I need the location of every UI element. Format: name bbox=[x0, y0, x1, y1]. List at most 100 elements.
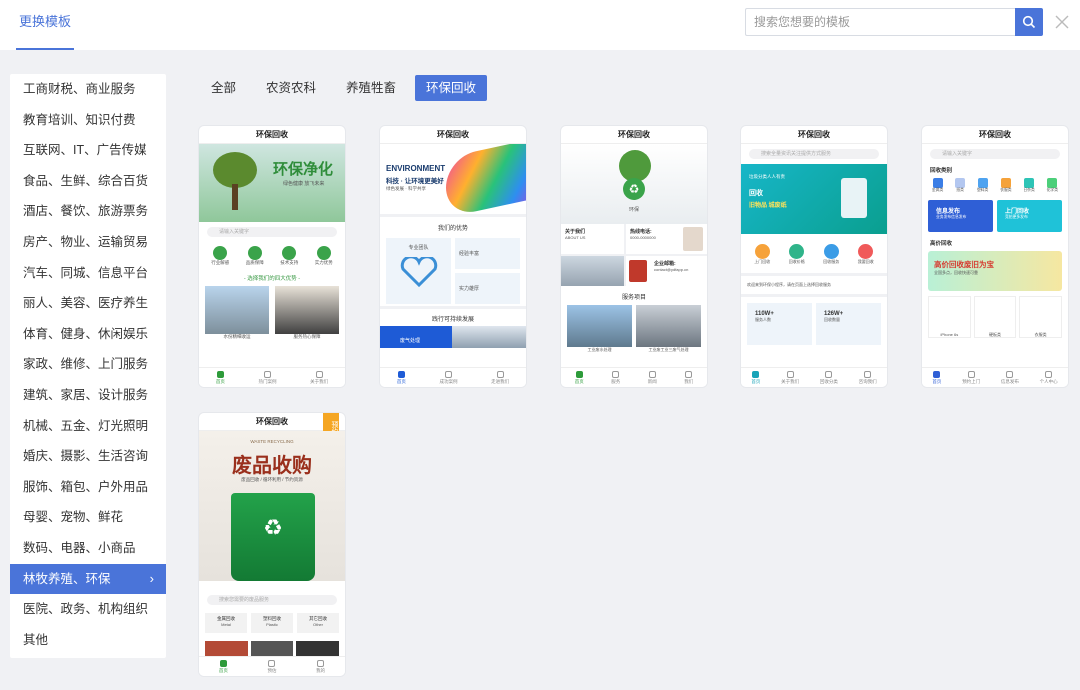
tab-booking: 预约上门 bbox=[962, 370, 980, 385]
search-button[interactable] bbox=[1015, 8, 1043, 36]
filter-tabs: 全部 农资农科 养殖牲畜 环保回收 bbox=[200, 75, 488, 101]
promo-banner: 高价回收废旧为宝 全国多点，回收快速可靠 bbox=[928, 251, 1062, 291]
sidebar-item[interactable]: 体育、健身、休闲娱乐 bbox=[10, 319, 166, 350]
recycle-bin: ♻ bbox=[231, 493, 315, 581]
sidebar-item[interactable]: 酒店、餐饮、旅游票务 bbox=[10, 196, 166, 227]
doc-icon bbox=[263, 370, 271, 378]
recycle-icon: ♻ bbox=[263, 515, 283, 540]
sidebar-item[interactable]: 母婴、宠物、鲜花 bbox=[10, 502, 166, 533]
category-row: 金属类 纸类 塑料类 衣服类 日杂类 化学类 bbox=[922, 176, 1068, 195]
sidebar-item[interactable]: 汽车、同城、信息平台 bbox=[10, 258, 166, 289]
bottom-banner: 废气处理 bbox=[380, 326, 526, 348]
hero-banner: ENVIRONMENT 科技 · 让环境更美好 绿色发展 · 科学共享 bbox=[380, 144, 526, 214]
section-title: 服务项目 bbox=[621, 295, 646, 301]
sidebar-item[interactable]: 数码、电器、小商品 bbox=[10, 533, 166, 564]
icon-label: 技术支持 bbox=[280, 260, 299, 265]
card-tabbar: 首页 预估 我的 bbox=[199, 656, 345, 676]
tab-news: 新闻 bbox=[648, 370, 657, 385]
top-bar: 更换模板 bbox=[0, 0, 1080, 50]
cat-item: 衣服类 bbox=[1000, 178, 1012, 193]
banner-line: 绿色发展 · 科学共享 bbox=[386, 186, 426, 191]
home-icon bbox=[754, 244, 770, 259]
card-search: 请输入关键字 bbox=[207, 227, 337, 237]
hero-banner: WASTE RECYCLING 废品收购 废品回收 / 循环利用 / 节约资源 … bbox=[199, 431, 345, 581]
tab-publish: 信息发布 bbox=[1001, 370, 1019, 385]
daily-icon bbox=[1024, 178, 1035, 188]
hero-title: 废品收购 bbox=[232, 453, 312, 477]
scrap-photo bbox=[296, 641, 340, 657]
tab-cases: 成功案例 bbox=[439, 370, 457, 385]
sidebar-item[interactable]: 教育培训、知识付费 bbox=[10, 105, 166, 136]
category-sidebar: 工商财税、商业服务 教育培训、知识付费 互联网、IT、广告传媒 食品、生鲜、综合… bbox=[10, 74, 166, 658]
home-icon bbox=[216, 370, 224, 378]
close-icon bbox=[1055, 15, 1069, 29]
close-button[interactable] bbox=[1052, 10, 1072, 34]
sidebar-item[interactable]: 家政、维修、上门服务 bbox=[10, 349, 166, 380]
factory-photo bbox=[561, 256, 624, 286]
filter-livestock[interactable]: 养殖牲畜 bbox=[335, 75, 407, 101]
sidebar-item[interactable]: 丽人、美容、医疗养生 bbox=[10, 288, 166, 319]
user-icon bbox=[317, 659, 325, 667]
card-search: 搜索全量资讯关注提供方式服务 bbox=[749, 149, 879, 159]
icon-item: 回收服务 bbox=[823, 244, 839, 265]
card-title: 环保回收 bbox=[199, 126, 345, 144]
template-card[interactable]: 环保回收 搜索全量资讯关注提供方式服务 垃圾分类人人有责 回收 旧物品 城废纸 … bbox=[740, 125, 888, 388]
tile-large: 专业团队 bbox=[386, 238, 451, 304]
phone-icon bbox=[864, 370, 872, 378]
section-title: - 选择我们的四大优势 - bbox=[243, 276, 301, 282]
service-icon bbox=[823, 244, 839, 259]
news-icon bbox=[648, 370, 656, 378]
product-item: 硬板类 bbox=[973, 296, 1017, 338]
card-title: 环保回收 bbox=[922, 126, 1068, 144]
icon-item: 实力优势 bbox=[315, 246, 333, 266]
sidebar-item[interactable]: 其他 bbox=[10, 625, 166, 656]
filter-recycle[interactable]: 环保回收 bbox=[415, 75, 488, 101]
sidebar-item[interactable]: 服饰、箱包、户外用品 bbox=[10, 472, 166, 503]
tab-home: 首页 bbox=[216, 370, 225, 385]
tab-home: 首页 bbox=[575, 370, 584, 385]
template-card[interactable]: 环保回收 ♻ 环保 关于我们 ABOUT US 热线电话: 0000-0000000… bbox=[560, 125, 708, 388]
sidebar-item-active[interactable]: 林牧养殖、环保 › bbox=[10, 563, 166, 595]
section-title: 践行可持续发展 bbox=[380, 306, 526, 326]
sidebar-item[interactable]: 建筑、家居、设计服务 bbox=[10, 380, 166, 411]
cat-tile: 其它回收 Other bbox=[297, 613, 339, 633]
chemical-icon bbox=[1047, 178, 1058, 188]
photo-item: 工业废工业三废气处理 bbox=[636, 305, 701, 353]
hero-label: 环保 bbox=[628, 207, 639, 213]
search-icon bbox=[1022, 15, 1036, 29]
card-search: 搜索您需要的废品服务 bbox=[207, 595, 337, 605]
notice-bar: 欢迎来到环保小程序，请在页面上选择回收服务 bbox=[741, 273, 887, 297]
tree-trunk bbox=[232, 184, 238, 210]
cat-tile: 金属回收 Metal bbox=[205, 613, 247, 633]
filter-agri[interactable]: 农资农科 bbox=[255, 75, 327, 101]
sidebar-item[interactable]: 房产、物业、运输贸易 bbox=[10, 227, 166, 258]
bin-image bbox=[841, 178, 867, 218]
template-card[interactable]: 环保回收 ENVIRONMENT 科技 · 让环境更美好 绿色发展 · 科学共享… bbox=[379, 125, 527, 388]
template-card[interactable]: 环保回收 环保净化 绿色健康 放飞未来 请输入关键字 行业解惑 品质保障 技术支… bbox=[198, 125, 346, 388]
user-icon bbox=[496, 370, 504, 378]
search-input[interactable] bbox=[745, 8, 1015, 36]
template-card[interactable]: 环保回收 请输入关键字 回收类别 金属类 纸类 塑料类 衣服类 日杂类 化学类 … bbox=[921, 125, 1069, 388]
plant-photo bbox=[567, 305, 632, 347]
sidebar-item[interactable]: 医院、政务、机构组织 bbox=[10, 594, 166, 625]
filter-all[interactable]: 全部 bbox=[200, 75, 247, 101]
action-buttons: 信息发布 业务发布信息发布 上门回收 竞拍更多发布 bbox=[922, 195, 1068, 237]
tiles: 专业团队 经验丰富 实力雄厚 bbox=[380, 236, 526, 306]
tab-change-template[interactable]: 更换模板 bbox=[16, 0, 74, 50]
clothes-icon bbox=[1000, 178, 1011, 188]
sidebar-item[interactable]: 机械、五金、灯光照明 bbox=[10, 411, 166, 442]
template-card[interactable]: 环保回收 预约 WASTE RECYCLING 废品收购 废品回收 / 循环利用… bbox=[198, 412, 346, 677]
cat-item: 塑料类 bbox=[977, 178, 988, 193]
icon-label: 品质保障 bbox=[245, 260, 264, 265]
sidebar-item[interactable]: 互联网、IT、广告传媒 bbox=[10, 135, 166, 166]
scrap-photo bbox=[205, 641, 248, 657]
home-icon bbox=[575, 370, 583, 378]
card-title: 环保回收 bbox=[741, 126, 887, 144]
sidebar-item[interactable]: 食品、生鲜、综合百货 bbox=[10, 166, 166, 197]
photo-item: 水份精细收运 bbox=[205, 286, 269, 340]
sidebar-item[interactable]: 工商财税、商业服务 bbox=[10, 74, 166, 105]
photo-row: 水份精细收运 服务热心保障 bbox=[199, 282, 345, 344]
stat-card: 110W+ 服务人数 bbox=[747, 303, 812, 345]
sidebar-item[interactable]: 婚庆、摄影、生活咨询 bbox=[10, 441, 166, 472]
tree-image bbox=[213, 152, 257, 188]
